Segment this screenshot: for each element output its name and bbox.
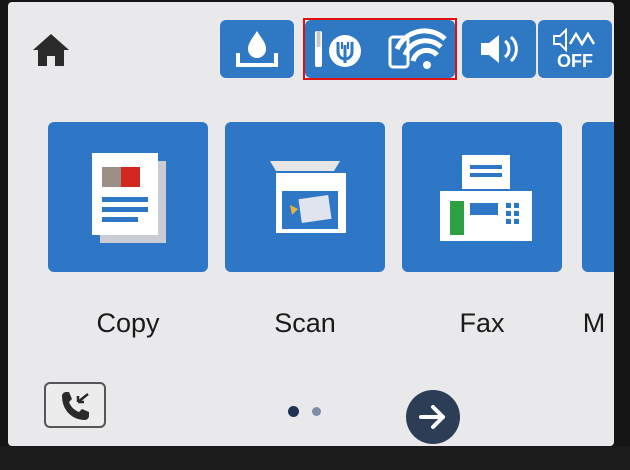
quiet-mode-icon: OFF	[538, 20, 612, 78]
more-tile[interactable]	[582, 122, 614, 272]
next-page-button[interactable]	[406, 390, 460, 444]
ink-icon	[220, 20, 294, 78]
page-indicator-inactive	[312, 407, 321, 416]
volume-button[interactable]	[462, 20, 536, 78]
quiet-mode-label: OFF	[557, 51, 593, 71]
ink-status-button[interactable]	[220, 20, 294, 78]
more-label[interactable]: M	[574, 308, 614, 339]
device-bezel	[0, 446, 630, 470]
volume-icon	[462, 20, 536, 78]
fax-icon	[440, 155, 532, 241]
fax-incoming-icon	[62, 392, 89, 420]
scan-label[interactable]: Scan	[225, 308, 385, 339]
scan-icon	[270, 161, 346, 233]
printer-screen: OFF Copy Scan Fax M	[8, 2, 614, 446]
wifi-direct-icon	[311, 20, 369, 78]
arrow-right-icon	[419, 405, 445, 429]
page-indicator-active	[288, 406, 299, 417]
wifi-icon	[385, 20, 451, 78]
scan-tile[interactable]	[225, 122, 385, 272]
fax-log-button[interactable]	[44, 382, 106, 428]
home-button[interactable]	[26, 26, 76, 74]
copy-label[interactable]: Copy	[48, 308, 208, 339]
home-icon	[33, 34, 69, 66]
fax-label[interactable]: Fax	[402, 308, 562, 339]
copy-icon	[92, 153, 166, 243]
fax-tile[interactable]	[402, 122, 562, 272]
copy-tile[interactable]	[48, 122, 208, 272]
network-status-button[interactable]	[305, 20, 455, 78]
quiet-mode-button[interactable]: OFF	[538, 20, 612, 78]
